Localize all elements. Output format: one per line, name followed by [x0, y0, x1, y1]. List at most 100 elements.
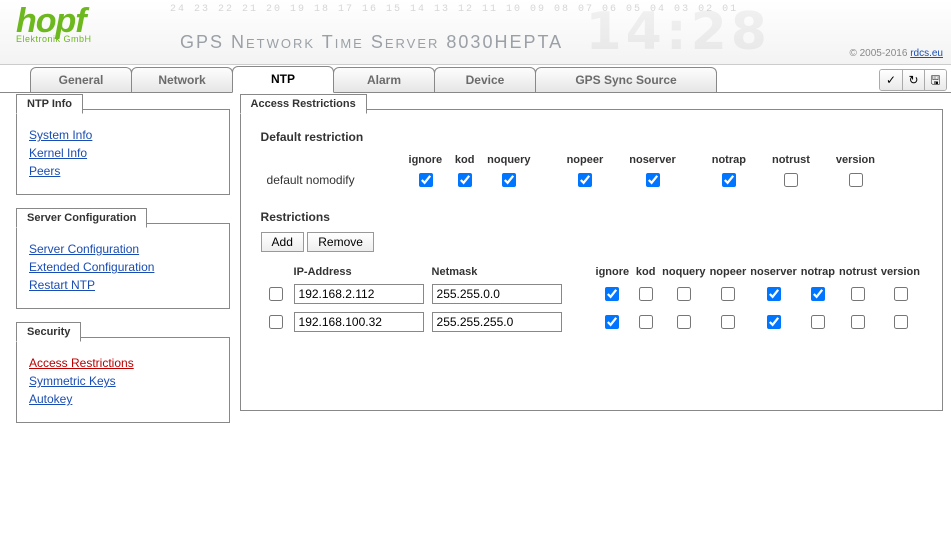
col-ignore: ignore [403, 152, 449, 168]
row1-ignore-checkbox[interactable] [605, 315, 619, 329]
row0-notrust-checkbox[interactable] [851, 287, 865, 301]
sidebar-item-peers[interactable]: Peers [29, 164, 60, 178]
background-clock: 14:28 [585, 2, 771, 62]
row0-notrap-checkbox[interactable] [811, 287, 825, 301]
row1-noserver-checkbox[interactable] [767, 315, 781, 329]
table-row [261, 308, 922, 336]
col2-nopeer: nopeer [708, 264, 749, 280]
sidebar: NTP Info System Info Kernel Info Peers S… [16, 109, 230, 451]
default-restriction-name: default nomodify [267, 173, 397, 187]
save-button[interactable]: 🖫 [924, 70, 946, 90]
logo-text: hopf [16, 6, 92, 36]
default-kod-checkbox[interactable] [458, 173, 472, 187]
row1-select-checkbox[interactable] [269, 315, 283, 329]
save-icon: 🖫 [930, 73, 940, 87]
restrictions-table: IP-Address Netmask ignore kod noquery no… [261, 264, 922, 336]
row1-notrust-checkbox[interactable] [851, 315, 865, 329]
col2-noserver: noserver [748, 264, 798, 280]
row0-kod-checkbox[interactable] [639, 287, 653, 301]
default-noquery-checkbox[interactable] [502, 173, 516, 187]
default-nopeer-checkbox[interactable] [578, 173, 592, 187]
col-ip: IP-Address [290, 264, 428, 280]
row0-ip-input[interactable] [294, 284, 424, 304]
row1-kod-checkbox[interactable] [639, 315, 653, 329]
row0-noserver-checkbox[interactable] [767, 287, 781, 301]
reload-icon: ↻ [908, 73, 918, 87]
default-ignore-checkbox[interactable] [419, 173, 433, 187]
row1-ip-input[interactable] [294, 312, 424, 332]
col2-notrust: notrust [837, 264, 879, 280]
col-noserver: noserver [609, 152, 681, 168]
tab-alarm[interactable]: Alarm [333, 67, 435, 92]
sidebar-item-symmetric-keys[interactable]: Symmetric Keys [29, 374, 116, 388]
panel-title-access-restrictions: Access Restrictions [240, 94, 367, 114]
tab-network[interactable]: Network [131, 67, 233, 92]
tab-ntp[interactable]: NTP [232, 66, 334, 93]
check-icon: ✓ [886, 73, 896, 87]
header: hopf Elektronik GmbH 24 23 22 21 20 19 1… [0, 0, 951, 65]
col2-kod: kod [631, 264, 660, 280]
tab-gps-sync-source[interactable]: GPS Sync Source [535, 67, 717, 92]
default-restriction-table: ignore kod noquery nopeer noserver notra… [261, 152, 881, 192]
panel-title-ntp-info: NTP Info [16, 94, 83, 114]
row0-version-checkbox[interactable] [894, 287, 908, 301]
row0-select-checkbox[interactable] [269, 287, 283, 301]
content: Access Restrictions Default restriction … [240, 109, 943, 439]
row1-noquery-checkbox[interactable] [677, 315, 691, 329]
row1-nopeer-checkbox[interactable] [721, 315, 735, 329]
row1-notrap-checkbox[interactable] [811, 315, 825, 329]
default-restriction-title: Default restriction [261, 130, 922, 144]
panel-security: Security Access Restrictions Symmetric K… [16, 337, 230, 423]
col2-ignore: ignore [566, 264, 632, 280]
col2-noquery: noquery [660, 264, 707, 280]
col-kod: kod [448, 152, 481, 168]
col-notrap: notrap [682, 152, 752, 168]
col-nopeer: nopeer [537, 152, 610, 168]
row1-version-checkbox[interactable] [894, 315, 908, 329]
default-notrap-checkbox[interactable] [722, 173, 736, 187]
col2-version: version [879, 264, 922, 280]
sidebar-item-access-restrictions[interactable]: Access Restrictions [29, 356, 134, 370]
remove-button[interactable]: Remove [307, 232, 374, 252]
reload-button[interactable]: ↻ [902, 70, 924, 90]
panel-access-restrictions: Access Restrictions Default restriction … [240, 109, 943, 411]
row0-noquery-checkbox[interactable] [677, 287, 691, 301]
default-notrust-checkbox[interactable] [784, 173, 798, 187]
default-version-checkbox[interactable] [849, 173, 863, 187]
tab-device[interactable]: Device [434, 67, 536, 92]
sidebar-item-restart-ntp[interactable]: Restart NTP [29, 278, 95, 292]
col-notrust: notrust [752, 152, 816, 168]
panel-title-server-config: Server Configuration [16, 208, 147, 228]
logo-subtext: Elektronik GmbH [16, 34, 92, 44]
apply-button[interactable]: ✓ [880, 70, 902, 90]
toolbar: ✓ ↻ 🖫 [879, 69, 947, 91]
sidebar-item-system-info[interactable]: System Info [29, 128, 92, 142]
col-version: version [816, 152, 881, 168]
tabrow: General Network NTP Alarm Device GPS Syn… [0, 65, 951, 93]
col-noquery: noquery [481, 152, 536, 168]
row0-nopeer-checkbox[interactable] [721, 287, 735, 301]
restrictions-title: Restrictions [261, 210, 922, 224]
panel-title-security: Security [16, 322, 81, 342]
col2-notrap: notrap [799, 264, 837, 280]
default-noserver-checkbox[interactable] [646, 173, 660, 187]
copyright-text: © 2005-2016 [849, 48, 910, 59]
tab-general[interactable]: General [30, 67, 132, 92]
row0-mask-input[interactable] [432, 284, 562, 304]
sidebar-item-server-configuration[interactable]: Server Configuration [29, 242, 139, 256]
row0-ignore-checkbox[interactable] [605, 287, 619, 301]
main: NTP Info System Info Kernel Info Peers S… [0, 93, 951, 459]
sidebar-item-kernel-info[interactable]: Kernel Info [29, 146, 87, 160]
sidebar-item-autokey[interactable]: Autokey [29, 392, 72, 406]
copyright: © 2005-2016 rdcs.eu [849, 48, 943, 59]
panel-server-config: Server Configuration Server Configuratio… [16, 223, 230, 309]
copyright-link[interactable]: rdcs.eu [910, 48, 943, 59]
table-row [261, 280, 922, 308]
sidebar-item-extended-configuration[interactable]: Extended Configuration [29, 260, 154, 274]
add-button[interactable]: Add [261, 232, 304, 252]
page-title: GPS Network Time Server 8030HEPTA [180, 32, 563, 53]
col-netmask: Netmask [428, 264, 566, 280]
panel-ntp-info: NTP Info System Info Kernel Info Peers [16, 109, 230, 195]
logo: hopf Elektronik GmbH [16, 6, 92, 44]
row1-mask-input[interactable] [432, 312, 562, 332]
